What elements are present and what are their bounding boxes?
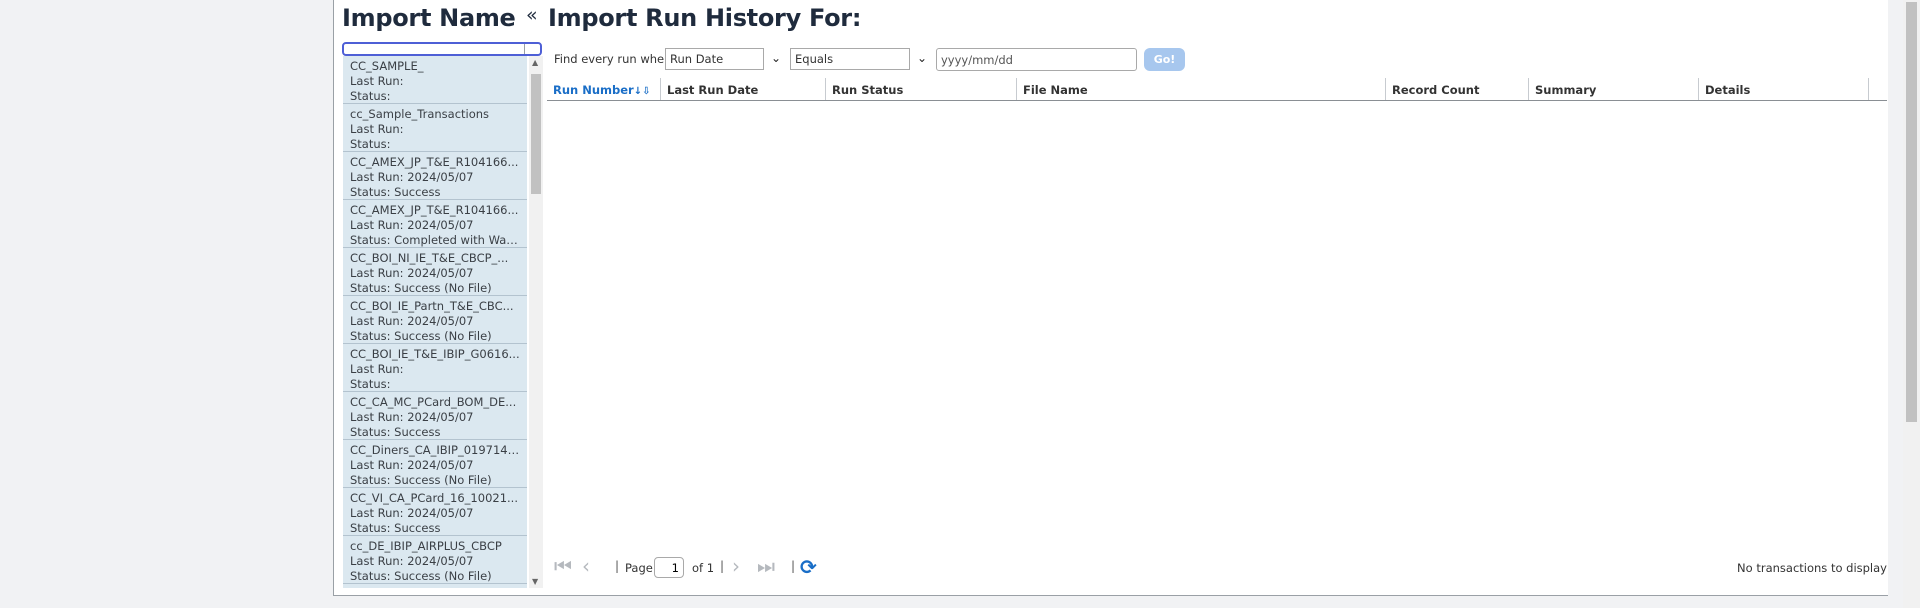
filter-input-divider bbox=[524, 44, 525, 54]
import-list-item[interactable]: CC_AMEX_JP_T&E_R104166... Last Run: 2024/… bbox=[343, 152, 527, 200]
column-label: Summary bbox=[1535, 83, 1597, 97]
prev-page-icon[interactable]: ‹ bbox=[582, 556, 590, 576]
scroll-down-icon[interactable]: ▼ bbox=[532, 577, 538, 586]
next-page-icon[interactable]: › bbox=[732, 556, 740, 576]
column-file-name[interactable]: File Name bbox=[1017, 78, 1386, 100]
import-item-last-run: Last Run: 2024/05/07 bbox=[350, 314, 474, 328]
import-item-last-run: Last Run: bbox=[350, 74, 404, 88]
column-details[interactable]: Details bbox=[1699, 78, 1869, 100]
column-label: Last Run Date bbox=[667, 83, 759, 97]
refresh-icon[interactable]: ⟳ bbox=[800, 555, 817, 579]
import-list-item[interactable]: cc_Sample_Transactions Last Run: Status: bbox=[343, 104, 527, 152]
import-item-name: CC_AMEX_JP_T&E_R104166... bbox=[350, 155, 519, 169]
column-record-count[interactable]: Record Count bbox=[1386, 78, 1529, 100]
import-item-status: Status: Success (No File) bbox=[350, 329, 492, 343]
column-label: Record Count bbox=[1392, 83, 1480, 97]
pager-separator: | bbox=[791, 559, 796, 573]
import-item-last-run: Last Run: 2024/05/07 bbox=[350, 554, 474, 568]
import-list-scroll-thumb[interactable] bbox=[531, 74, 541, 194]
import-item-last-run: Last Run: 2024/05/07 bbox=[350, 218, 474, 232]
import-list-scrollbar[interactable]: ▲ ▼ bbox=[529, 56, 543, 588]
import-item-name: CC_SAMPLE_ bbox=[350, 59, 424, 73]
chevron-down-icon: ⌄ bbox=[770, 51, 781, 65]
column-label: Run Number bbox=[553, 83, 634, 97]
import-item-status: Status: Completed with Warni... bbox=[350, 233, 520, 247]
import-item-last-run: Last Run: bbox=[350, 362, 404, 376]
first-page-icon[interactable]: ⏮ bbox=[554, 556, 572, 576]
last-page-icon[interactable]: ⏭ bbox=[757, 556, 775, 576]
column-label: Run Status bbox=[832, 83, 904, 97]
import-name-filter-input[interactable] bbox=[342, 42, 542, 56]
page-label: Page bbox=[625, 561, 653, 575]
import-item-name: CC_Diners_CA_IBIP_019714DA bbox=[350, 443, 520, 457]
import-item-status: Status: bbox=[350, 137, 391, 151]
page-number-input[interactable] bbox=[654, 557, 684, 578]
import-list-item[interactable]: CC_BOI_IE_Partn_T&E_CBC... Last Run: 2024… bbox=[343, 296, 527, 344]
pager: ⏮ ‹ | Page of 1 | › ⏭ | ⟳ No transaction… bbox=[552, 555, 1887, 580]
import-item-name: CC_VI_CA_PCard_16_10021... bbox=[350, 491, 518, 505]
import-item-last-run: Last Run: 2024/05/07 bbox=[350, 266, 474, 280]
scroll-up-icon[interactable]: ▲ bbox=[532, 58, 538, 67]
import-item-status: Status: bbox=[350, 377, 391, 391]
chevron-down-icon: ⌄ bbox=[916, 51, 927, 65]
import-item-status: Status: Success (No File) bbox=[350, 569, 492, 583]
import-item-status: Status: Success bbox=[350, 521, 441, 535]
import-item-name: cc_DE_IBIP_AIRPLUS_CBCP bbox=[350, 539, 502, 553]
import-item-name: cc_Sample_Transactions bbox=[350, 107, 490, 121]
find-runs-label: Find every run where bbox=[554, 52, 676, 66]
page-scrollbar[interactable] bbox=[1903, 0, 1920, 608]
collapse-panel-icon[interactable]: « bbox=[526, 4, 538, 26]
go-button[interactable]: Go! bbox=[1144, 48, 1185, 71]
import-item-status: Status: bbox=[350, 89, 391, 103]
import-list-item[interactable]: CC_Diners_CA_IBIP_019714DA Last Run: 2024… bbox=[343, 440, 527, 488]
pager-separator: | bbox=[720, 559, 725, 573]
import-list-item[interactable]: CC_VI_CA_PCard_16_10021... Last Run: 2024… bbox=[343, 488, 527, 536]
column-run-number[interactable]: Run Number↓⇩ bbox=[547, 78, 661, 100]
column-label: File Name bbox=[1023, 83, 1088, 97]
import-item-name: CC_AMEX_JP_T&E_R104166... bbox=[350, 203, 519, 217]
import-list-item[interactable]: cc_DE_IBIP_AIRPLUS_CBCP Last Run: 2024/05… bbox=[343, 536, 527, 584]
filter-operator-select[interactable]: Equals ⌄ bbox=[790, 48, 927, 70]
filter-field-value: Run Date bbox=[670, 52, 724, 66]
import-item-last-run: Last Run: 2024/05/07 bbox=[350, 410, 474, 424]
run-history-title: Import Run History For: bbox=[548, 4, 862, 32]
page-scroll-thumb[interactable] bbox=[1906, 2, 1917, 422]
import-list-item[interactable]: CC_CA_MC_PCard_BOM_DE... Last Run: 2024/0… bbox=[343, 392, 527, 440]
import-item-name: CC_BOI_NI_IE_T&E_CBCP_... bbox=[350, 251, 509, 265]
import-item-last-run: Last Run: bbox=[350, 122, 404, 136]
import-list-item[interactable]: CC_SAMPLE_ Last Run: Status: bbox=[343, 56, 527, 104]
import-item-name: CC_BOI_IE_Partn_T&E_CBC... bbox=[350, 299, 514, 313]
column-last-run-date[interactable]: Last Run Date bbox=[661, 78, 826, 100]
empty-grid-message: No transactions to display bbox=[1737, 561, 1887, 575]
filter-date-input[interactable] bbox=[936, 48, 1137, 71]
filter-field-select[interactable]: Run Date ⌄ bbox=[665, 48, 781, 70]
import-list: CC_SAMPLE_ Last Run: Status: cc_Sample_Tran… bbox=[343, 56, 527, 588]
grid-header: Run Number↓⇩ Last Run Date Run Status Fi… bbox=[547, 78, 1887, 101]
import-list-container: CC_SAMPLE_ Last Run: Status: cc_Sample_Tran… bbox=[343, 56, 543, 588]
import-item-name: CC_CA_MC_PCard_BOM_DE... bbox=[350, 395, 517, 409]
import-name-title: Import Name bbox=[342, 4, 516, 32]
import-list-item[interactable]: CC_AMEX_JP_T&E_R104166... Last Run: 2024/… bbox=[343, 200, 527, 248]
sort-desc-icon: ↓⇩ bbox=[633, 86, 651, 97]
column-summary[interactable]: Summary bbox=[1529, 78, 1699, 100]
import-list-item[interactable]: CC_BOI_IE_T&E_IBIP_G0616... Last Run: Stat… bbox=[343, 344, 527, 392]
import-item-last-run: Last Run: 2024/05/07 bbox=[350, 506, 474, 520]
filter-operator-value: Equals bbox=[795, 52, 834, 66]
import-item-status: Status: Success (No File) bbox=[350, 281, 492, 295]
import-item-last-run: Last Run: 2024/05/07 bbox=[350, 170, 474, 184]
column-run-status[interactable]: Run Status bbox=[826, 78, 1017, 100]
import-item-last-run: Last Run: 2024/05/07 bbox=[350, 458, 474, 472]
import-item-status: Status: Success bbox=[350, 185, 441, 199]
import-item-status: Status: Success (No File) bbox=[350, 473, 492, 487]
import-item-name: CC_BOI_IE_T&E_IBIP_G0616... bbox=[350, 347, 520, 361]
import-item-status: Status: Success bbox=[350, 425, 441, 439]
page-count-label: of 1 bbox=[692, 561, 715, 575]
import-list-item[interactable]: CC_BOI_NI_IE_T&E_CBCP_... Last Run: 2024/… bbox=[343, 248, 527, 296]
pager-separator: | bbox=[615, 559, 620, 573]
column-label: Details bbox=[1705, 83, 1751, 97]
